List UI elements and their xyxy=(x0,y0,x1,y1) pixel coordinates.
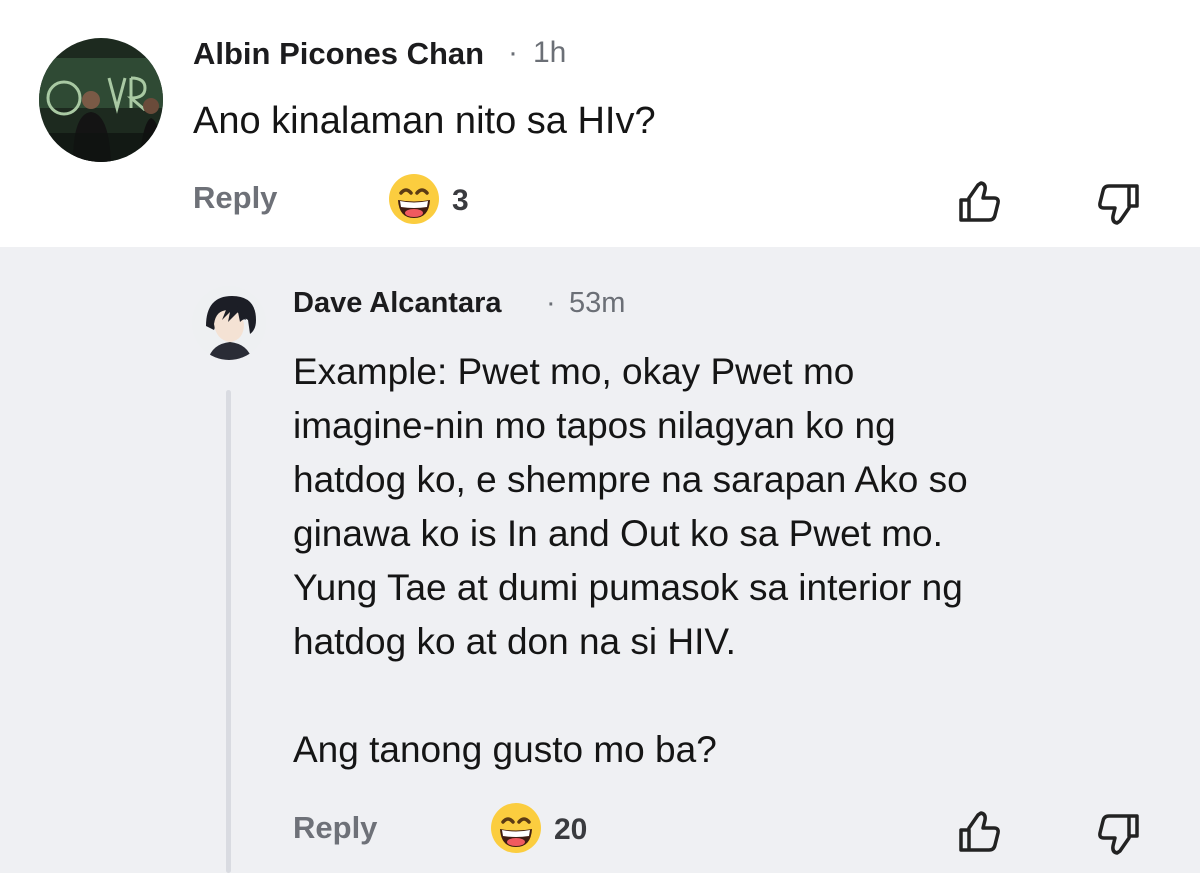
thumbs-down-icon xyxy=(1098,184,1139,225)
dislike-button[interactable] xyxy=(1095,810,1143,858)
reply-button[interactable]: Reply xyxy=(293,810,377,846)
like-button[interactable] xyxy=(955,178,1003,226)
reaction-summary[interactable]: 3 xyxy=(388,173,469,230)
reply-timestamp[interactable]: 53m xyxy=(569,287,625,320)
grinning-face-emoji-icon xyxy=(490,802,542,859)
grinning-face-emoji-icon xyxy=(388,173,440,230)
reaction-summary[interactable]: 20 xyxy=(490,802,588,859)
reaction-count: 20 xyxy=(554,813,588,846)
comment-time-separator: · xyxy=(508,36,518,69)
avatar[interactable] xyxy=(39,38,163,162)
reply-time-separator: · xyxy=(546,287,556,319)
reply-button[interactable]: Reply xyxy=(193,180,277,216)
comment-author[interactable]: Albin Picones Chan xyxy=(193,36,484,72)
dislike-button[interactable] xyxy=(1095,180,1143,228)
reaction-count: 3 xyxy=(452,184,469,217)
like-button[interactable] xyxy=(955,808,1003,856)
comment-text: Ano kinalaman nito sa HIv? xyxy=(193,100,656,142)
reply-text: Example: Pwet mo, okay Pwet mo imagine-n… xyxy=(293,351,968,770)
thumbs-up-icon xyxy=(959,811,1000,852)
thumbs-up-icon xyxy=(959,181,1000,222)
reply-author[interactable]: Dave Alcantara xyxy=(293,287,501,320)
comment-timestamp[interactable]: 1h xyxy=(533,36,566,70)
thread-line xyxy=(226,390,231,873)
thumbs-down-icon xyxy=(1098,814,1139,855)
reply-avatar[interactable] xyxy=(192,286,266,360)
